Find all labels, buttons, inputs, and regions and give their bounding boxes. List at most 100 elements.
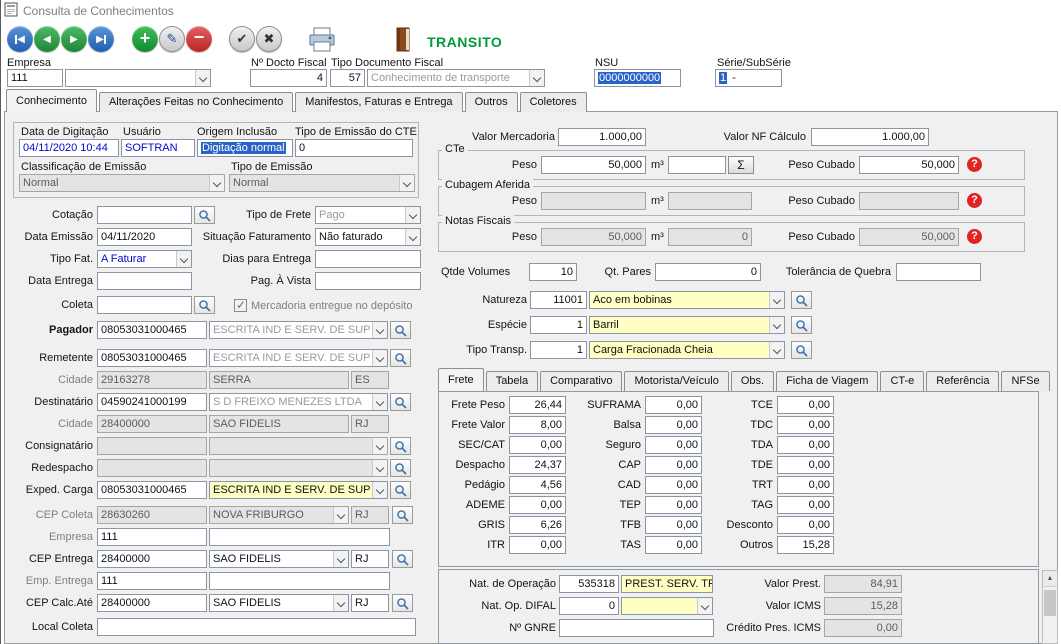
detail-tab-frete[interactable]: Frete (438, 368, 484, 391)
logbook-button[interactable] (394, 26, 412, 56)
cep-entrega-uf-field[interactable]: RJ (351, 550, 389, 568)
previous-record-button[interactable]: ◀ (34, 26, 60, 52)
nsu-field[interactable]: 0000000000 (594, 69, 681, 87)
tipo-transp-search-button[interactable] (791, 341, 812, 359)
cep-entrega-code-field[interactable]: 28400000 (97, 550, 207, 568)
detail-tab-ct-e[interactable]: CT-e (880, 371, 924, 391)
cotacao-field[interactable] (97, 206, 192, 224)
empresa-row-name-field[interactable] (209, 528, 390, 546)
frete-field-value[interactable]: 0,00 (645, 536, 702, 554)
cep-calc-ate-combo[interactable]: SAO FIDELIS (209, 594, 349, 612)
docto-fiscal-field[interactable]: 4 (250, 69, 327, 87)
scrollbar-up-icon[interactable]: ▲ (1043, 571, 1057, 587)
tipo-transp-code-field[interactable]: 1 (530, 341, 587, 359)
cep-calc-ate-code-field[interactable]: 28400000 (97, 594, 207, 612)
frete-field-value[interactable]: 0,00 (777, 476, 834, 494)
destinatario-search-button[interactable] (390, 393, 411, 411)
tab-coletores[interactable]: Coletores (520, 92, 587, 112)
notas-help-icon[interactable]: ? (967, 229, 982, 244)
cte-m3-field[interactable] (668, 156, 726, 174)
valor-nf-calculo-field[interactable]: 1.000,00 (811, 128, 929, 146)
tipo-fat-combo[interactable]: A Faturar (97, 250, 192, 268)
cep-calc-ate-search-button[interactable] (392, 594, 413, 612)
last-record-button[interactable]: ▶ (88, 26, 114, 52)
tab-altera-es-feitas-no-conhecimento[interactable]: Alterações Feitas no Conhecimento (99, 92, 293, 112)
empresa-combo[interactable] (65, 69, 211, 87)
especie-search-button[interactable] (791, 316, 812, 334)
data-entrega-field[interactable] (97, 272, 192, 290)
cep-coleta-search-button[interactable] (392, 506, 413, 524)
frete-field-value[interactable]: 0,00 (645, 456, 702, 474)
remetente-code-field[interactable]: 08053031000465 (97, 349, 207, 367)
detail-tab-comparativo[interactable]: Comparativo (540, 371, 622, 391)
natureza-code-field[interactable]: 11001 (530, 291, 587, 309)
frete-field-value[interactable]: 15,28 (777, 536, 834, 554)
frete-field-value[interactable]: 0,00 (509, 436, 566, 454)
scrollbar-thumb[interactable] (1044, 590, 1056, 616)
local-coleta-field[interactable] (97, 618, 416, 636)
natureza-combo[interactable]: Aco em bobinas (589, 291, 785, 309)
frete-field-value[interactable]: 0,00 (645, 516, 702, 534)
frete-field-value[interactable]: 0,00 (509, 496, 566, 514)
frete-field-value[interactable]: 24,37 (509, 456, 566, 474)
frete-field-value[interactable]: 0,00 (777, 396, 834, 414)
tolerancia-quebra-field[interactable] (896, 263, 981, 281)
empresa-row-code-field[interactable]: 111 (97, 528, 207, 546)
frete-field-value[interactable]: 0,00 (777, 496, 834, 514)
exped-carga-code-field[interactable]: 08053031000465 (97, 481, 207, 499)
cep-entrega-search-button[interactable] (392, 550, 413, 568)
frete-field-value[interactable]: 0,00 (645, 476, 702, 494)
cte-peso-cubado-field[interactable]: 50,000 (859, 156, 959, 174)
tipo-transp-combo[interactable]: Carga Fracionada Cheia (589, 341, 785, 359)
valor-mercadoria-field[interactable]: 1.000,00 (558, 128, 646, 146)
tab-manifestos-faturas-e-entrega[interactable]: Manifestos, Faturas e Entrega (295, 92, 462, 112)
natureza-search-button[interactable] (791, 291, 812, 309)
tab-conhecimento[interactable]: Conhecimento (6, 89, 97, 112)
pagador-code-field[interactable]: 08053031000465 (97, 321, 207, 339)
situacao-faturamento-combo[interactable]: Não faturado (315, 228, 421, 246)
detail-tab-motorista-ve-culo[interactable]: Motorista/Veículo (624, 371, 728, 391)
fiscal-scrollbar[interactable]: ▲ (1042, 570, 1058, 644)
cte-peso-field[interactable]: 50,000 (541, 156, 646, 174)
cancel-button[interactable]: ✖ (256, 26, 282, 52)
frete-field-value[interactable]: 0,00 (645, 436, 702, 454)
remetente-combo[interactable]: ESCRITA IND E SERV. DE SUP. P... (209, 349, 388, 367)
exped-carga-combo[interactable]: ESCRITA IND E SERV. DE SUP. P. (209, 481, 388, 499)
edit-record-button[interactable]: ✎ (159, 26, 185, 52)
emp-entrega-name-field[interactable] (209, 572, 390, 590)
detail-tab-nfse[interactable]: NFSe (1001, 371, 1049, 391)
emp-entrega-code-field[interactable]: 111 (97, 572, 207, 590)
cep-entrega-combo[interactable]: SAO FIDELIS (209, 550, 349, 568)
serie-field[interactable]: 1- (715, 69, 782, 87)
data-emissao-field[interactable]: 04/11/2020 (97, 228, 192, 246)
coleta-field[interactable] (97, 296, 192, 314)
detail-tab-obs[interactable]: Obs. (731, 371, 774, 391)
frete-field-value[interactable]: 6,26 (509, 516, 566, 534)
next-record-button[interactable]: ▶ (61, 26, 87, 52)
frete-field-value[interactable]: 0,00 (777, 456, 834, 474)
nat-operacao-code-field[interactable]: 535318 (559, 575, 619, 593)
gnre-field[interactable] (559, 619, 714, 637)
cte-sum-button[interactable]: Σ (728, 156, 754, 174)
frete-field-value[interactable]: 4,56 (509, 476, 566, 494)
tab-outros[interactable]: Outros (465, 92, 518, 112)
frete-field-value[interactable]: 0,00 (645, 416, 702, 434)
destinatario-combo[interactable]: S D FREIXO MENEZES LTDA (209, 393, 388, 411)
especie-combo[interactable]: Barril (589, 316, 785, 334)
nat-operacao-desc-field[interactable]: PREST. SERV. TR. (621, 575, 713, 593)
add-record-button[interactable]: + (132, 26, 158, 52)
detail-tab-ficha-de-viagem[interactable]: Ficha de Viagem (776, 371, 878, 391)
delete-record-button[interactable]: − (186, 26, 212, 52)
frete-field-value[interactable]: 0,00 (777, 516, 834, 534)
nat-op-difal-combo[interactable] (621, 597, 713, 615)
cep-calc-ate-uf-field[interactable]: RJ (351, 594, 389, 612)
nat-op-difal-code-field[interactable]: 0 (559, 597, 619, 615)
redespacho-search-button[interactable] (390, 459, 411, 477)
confirm-button[interactable]: ✔ (229, 26, 255, 52)
pag-vista-field[interactable] (315, 272, 421, 290)
detail-tab-tabela[interactable]: Tabela (486, 371, 538, 391)
cte-help-icon[interactable]: ? (967, 157, 982, 172)
qtde-volumes-field[interactable]: 10 (529, 263, 577, 281)
destinatario-code-field[interactable]: 04590241000199 (97, 393, 207, 411)
frete-field-value[interactable]: 0,00 (645, 396, 702, 414)
